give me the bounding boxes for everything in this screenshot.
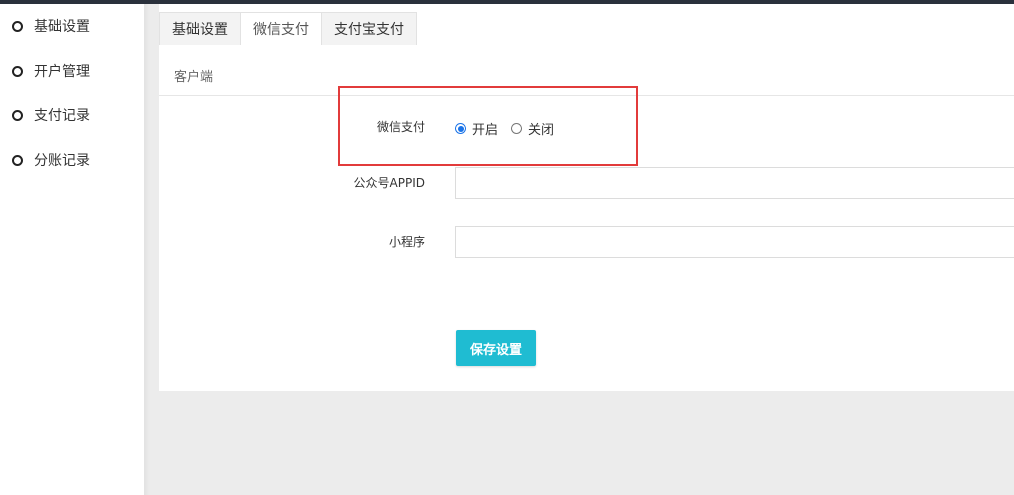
tab-basic-settings[interactable]: 基础设置 xyxy=(159,12,241,45)
sidebar-item-basic-settings[interactable]: 基础设置 xyxy=(12,14,90,38)
circle-icon xyxy=(12,65,23,77)
sidebar-item-split-records[interactable]: 分账记录 xyxy=(12,148,90,172)
wechat-pay-radio-group: 开启 关闭 xyxy=(455,119,554,138)
tab-alipay[interactable]: 支付宝支付 xyxy=(322,12,417,45)
subtab-client[interactable]: 客户端 xyxy=(174,66,213,85)
radio-label-enable: 开启 xyxy=(472,123,499,138)
radio-label-disable: 关闭 xyxy=(528,123,555,138)
radio-unchecked-icon[interactable] xyxy=(511,123,523,134)
sidebar-item-label: 开户管理 xyxy=(34,64,90,80)
wechat-pay-label: 微信支付 xyxy=(376,120,425,134)
divider xyxy=(159,95,1014,96)
sidebar-item-label: 基础设置 xyxy=(34,19,90,35)
circle-icon xyxy=(12,154,23,166)
main-panel: 基础设置 微信支付 支付宝支付 客户端 微信支付 开启 关闭 公众号APPID … xyxy=(159,4,1014,391)
radio-option-enable[interactable]: 开启 xyxy=(455,119,498,138)
appid-input[interactable] xyxy=(455,167,1014,199)
radio-option-disable[interactable]: 关闭 xyxy=(511,119,554,138)
circle-icon xyxy=(12,109,23,121)
miniprogram-label: 小程序 xyxy=(388,235,425,249)
sidebar-item-label: 支付记录 xyxy=(34,108,90,124)
sidebar: 基础设置 开户管理 支付记录 分账记录 xyxy=(0,4,144,495)
tab-bar: 基础设置 微信支付 支付宝支付 xyxy=(159,12,417,46)
circle-icon xyxy=(12,20,23,32)
appid-label: 公众号APPID xyxy=(353,176,425,190)
miniprogram-input[interactable] xyxy=(455,226,1014,258)
sidebar-item-payment-records[interactable]: 支付记录 xyxy=(12,103,90,127)
tab-wechat-pay[interactable]: 微信支付 xyxy=(241,12,322,45)
save-settings-button[interactable]: 保存设置 xyxy=(456,330,536,366)
radio-checked-icon[interactable] xyxy=(455,123,466,134)
sidebar-shadow xyxy=(144,4,150,495)
sidebar-item-label: 分账记录 xyxy=(34,153,90,169)
sidebar-item-account-management[interactable]: 开户管理 xyxy=(12,59,90,83)
